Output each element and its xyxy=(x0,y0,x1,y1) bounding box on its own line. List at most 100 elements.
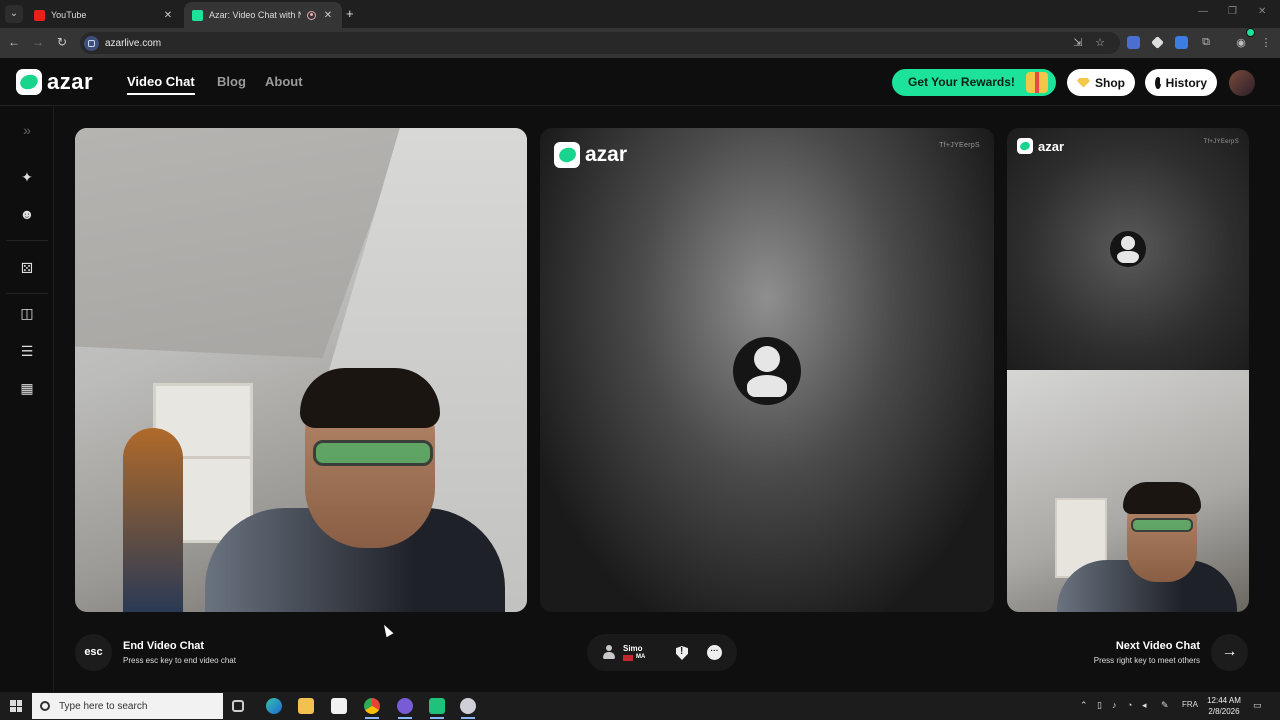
history-button[interactable]: History xyxy=(1145,69,1217,96)
battery-icon[interactable]: ▯ xyxy=(1097,700,1102,711)
extension-diamond-icon[interactable] xyxy=(1151,36,1164,49)
window-close-button[interactable]: ✕ xyxy=(1258,6,1266,17)
profile-icon[interactable]: ◉ xyxy=(1233,36,1249,49)
notifications-icon[interactable]: ▭ xyxy=(1253,700,1262,711)
face-icon[interactable]: ☻ xyxy=(18,205,36,223)
app-header: azar Video Chat Blog About Get Your Rewa… xyxy=(0,58,1280,106)
language-indicator[interactable]: FRA xyxy=(1182,700,1198,709)
layout-grid-icon[interactable]: ▦ xyxy=(18,379,36,397)
wifi-icon[interactable]: ◔ xyxy=(1127,700,1132,710)
windows-start-icon[interactable] xyxy=(10,700,22,712)
azar-favicon-icon xyxy=(192,9,203,21)
reload-button[interactable]: ↻ xyxy=(54,35,70,49)
person-glasses xyxy=(313,440,433,466)
restore-button[interactable]: ❐ xyxy=(1228,6,1237,17)
history-label: History xyxy=(1165,75,1207,90)
extensions-puzzle-icon[interactable]: ⧉ xyxy=(1198,36,1214,49)
minimize-button[interactable]: — xyxy=(1198,6,1208,17)
edge-icon[interactable] xyxy=(266,698,282,714)
bookmark-star-icon[interactable]: ☆ xyxy=(1092,36,1108,49)
panel-logo-text: azar xyxy=(585,143,628,166)
expand-icon[interactable]: » xyxy=(18,121,36,139)
next-chat-button[interactable]: → xyxy=(1211,634,1248,671)
azar-logo-icon xyxy=(16,69,42,95)
self-person-figure xyxy=(195,368,515,612)
magic-wand-icon[interactable]: ✦ xyxy=(18,168,36,186)
translate-extension-icon[interactable] xyxy=(1127,36,1140,49)
active-app-indicator xyxy=(398,717,412,719)
close-icon[interactable]: ✕ xyxy=(322,10,334,21)
obs-icon[interactable] xyxy=(397,698,413,714)
tab-youtube[interactable]: YouTube ✕ xyxy=(26,2,182,28)
pen-icon[interactable]: ✎ xyxy=(1161,700,1169,711)
search-icon xyxy=(40,701,50,711)
clock-icon xyxy=(1155,76,1162,89)
online-status-dot xyxy=(1246,28,1255,37)
windows-taskbar: Type here to search ⌃ ▯ ♪ ◔ ◂ ✎ FRA 12:4… xyxy=(0,692,1280,720)
report-shield-icon[interactable] xyxy=(676,646,688,660)
dice-icon[interactable]: ⚄ xyxy=(18,259,36,277)
app-green-icon[interactable] xyxy=(429,698,445,714)
youtube-icon xyxy=(34,9,45,21)
store-icon[interactable] xyxy=(331,698,347,714)
person-glasses xyxy=(1131,518,1193,532)
end-chat-button[interactable]: esc xyxy=(75,634,112,671)
clock-date: 2/8/2026 xyxy=(1208,707,1240,716)
clock-time: 12:44 AM xyxy=(1207,696,1241,705)
task-view-icon[interactable] xyxy=(232,700,244,712)
tab-search-button[interactable]: ⌄ xyxy=(5,5,23,23)
forward-button[interactable]: → xyxy=(30,35,46,49)
address-bar[interactable]: azarlive.com xyxy=(80,32,1120,54)
chrome-icon[interactable] xyxy=(364,698,380,714)
layout-stack-icon[interactable]: ☰ xyxy=(18,342,36,360)
self-video-mini xyxy=(1007,370,1249,612)
nav-blog[interactable]: Blog xyxy=(217,74,246,89)
user-placeholder-icon xyxy=(733,337,801,405)
video-background xyxy=(123,428,183,612)
rewards-button[interactable]: Get Your Rewards! xyxy=(892,69,1056,96)
taskbar-clock[interactable]: 12:44 AM 2/8/2026 xyxy=(1207,695,1241,717)
panel-logo: azar xyxy=(1017,138,1064,154)
back-button[interactable]: ← xyxy=(6,35,22,49)
nav-about[interactable]: About xyxy=(265,74,303,89)
person-hair xyxy=(1123,482,1201,514)
tray-overflow-icon[interactable]: ⌃ xyxy=(1080,700,1088,711)
install-app-icon[interactable]: ⇲ xyxy=(1070,36,1086,49)
layout-split-icon[interactable]: ◫ xyxy=(18,304,36,322)
site-info-icon[interactable] xyxy=(84,35,99,51)
file-explorer-icon[interactable] xyxy=(298,698,314,714)
new-tab-button[interactable]: + xyxy=(346,6,354,21)
person-hair xyxy=(300,368,440,428)
tab-azar[interactable]: Azar: Video Chat with New ✕ xyxy=(184,2,342,28)
shop-button[interactable]: Shop xyxy=(1067,69,1135,96)
gem-icon xyxy=(1077,77,1090,88)
rewards-label: Get Your Rewards! xyxy=(908,75,1015,89)
url-text: azarlive.com xyxy=(105,37,162,49)
nav-video-chat[interactable]: Video Chat xyxy=(127,74,195,89)
self-person-figure xyxy=(1057,480,1237,612)
chat-bubble-icon[interactable]: ··· xyxy=(707,645,722,660)
peer-name: Simo xyxy=(623,644,643,653)
app-grey-icon[interactable] xyxy=(460,698,476,714)
extension-blue-icon[interactable] xyxy=(1175,36,1188,49)
mouse-cursor xyxy=(380,622,394,638)
end-chat-title: End Video Chat xyxy=(123,640,205,652)
next-chat-hint: Press right key to meet others xyxy=(1093,656,1200,665)
panel-logo-text: azar xyxy=(1038,138,1065,154)
close-icon[interactable]: ✕ xyxy=(162,10,174,21)
remote-user-id: Tf+JYEerpS xyxy=(1203,139,1239,145)
kebab-menu-icon[interactable]: ⋮ xyxy=(1258,36,1274,49)
user-placeholder-icon xyxy=(1110,231,1146,267)
next-match-preview: azar Tf+JYEerpS xyxy=(1007,128,1249,370)
peer-country: MA xyxy=(636,654,646,660)
azar-logo-icon xyxy=(554,142,580,168)
taskbar-search-box[interactable]: Type here to search xyxy=(32,693,223,719)
microphone-icon[interactable]: ♪ xyxy=(1112,700,1117,710)
volume-icon[interactable]: ◂ xyxy=(1142,700,1147,711)
remote-video: azar Tf+JYEerpS xyxy=(540,128,994,612)
azar-logo[interactable]: azar xyxy=(16,69,93,95)
user-avatar[interactable] xyxy=(1229,70,1255,96)
active-app-indicator xyxy=(461,717,475,719)
side-rail: » ✦ ☻ ⚄ ◫ ☰ ▦ xyxy=(0,107,54,692)
self-video xyxy=(75,128,527,612)
